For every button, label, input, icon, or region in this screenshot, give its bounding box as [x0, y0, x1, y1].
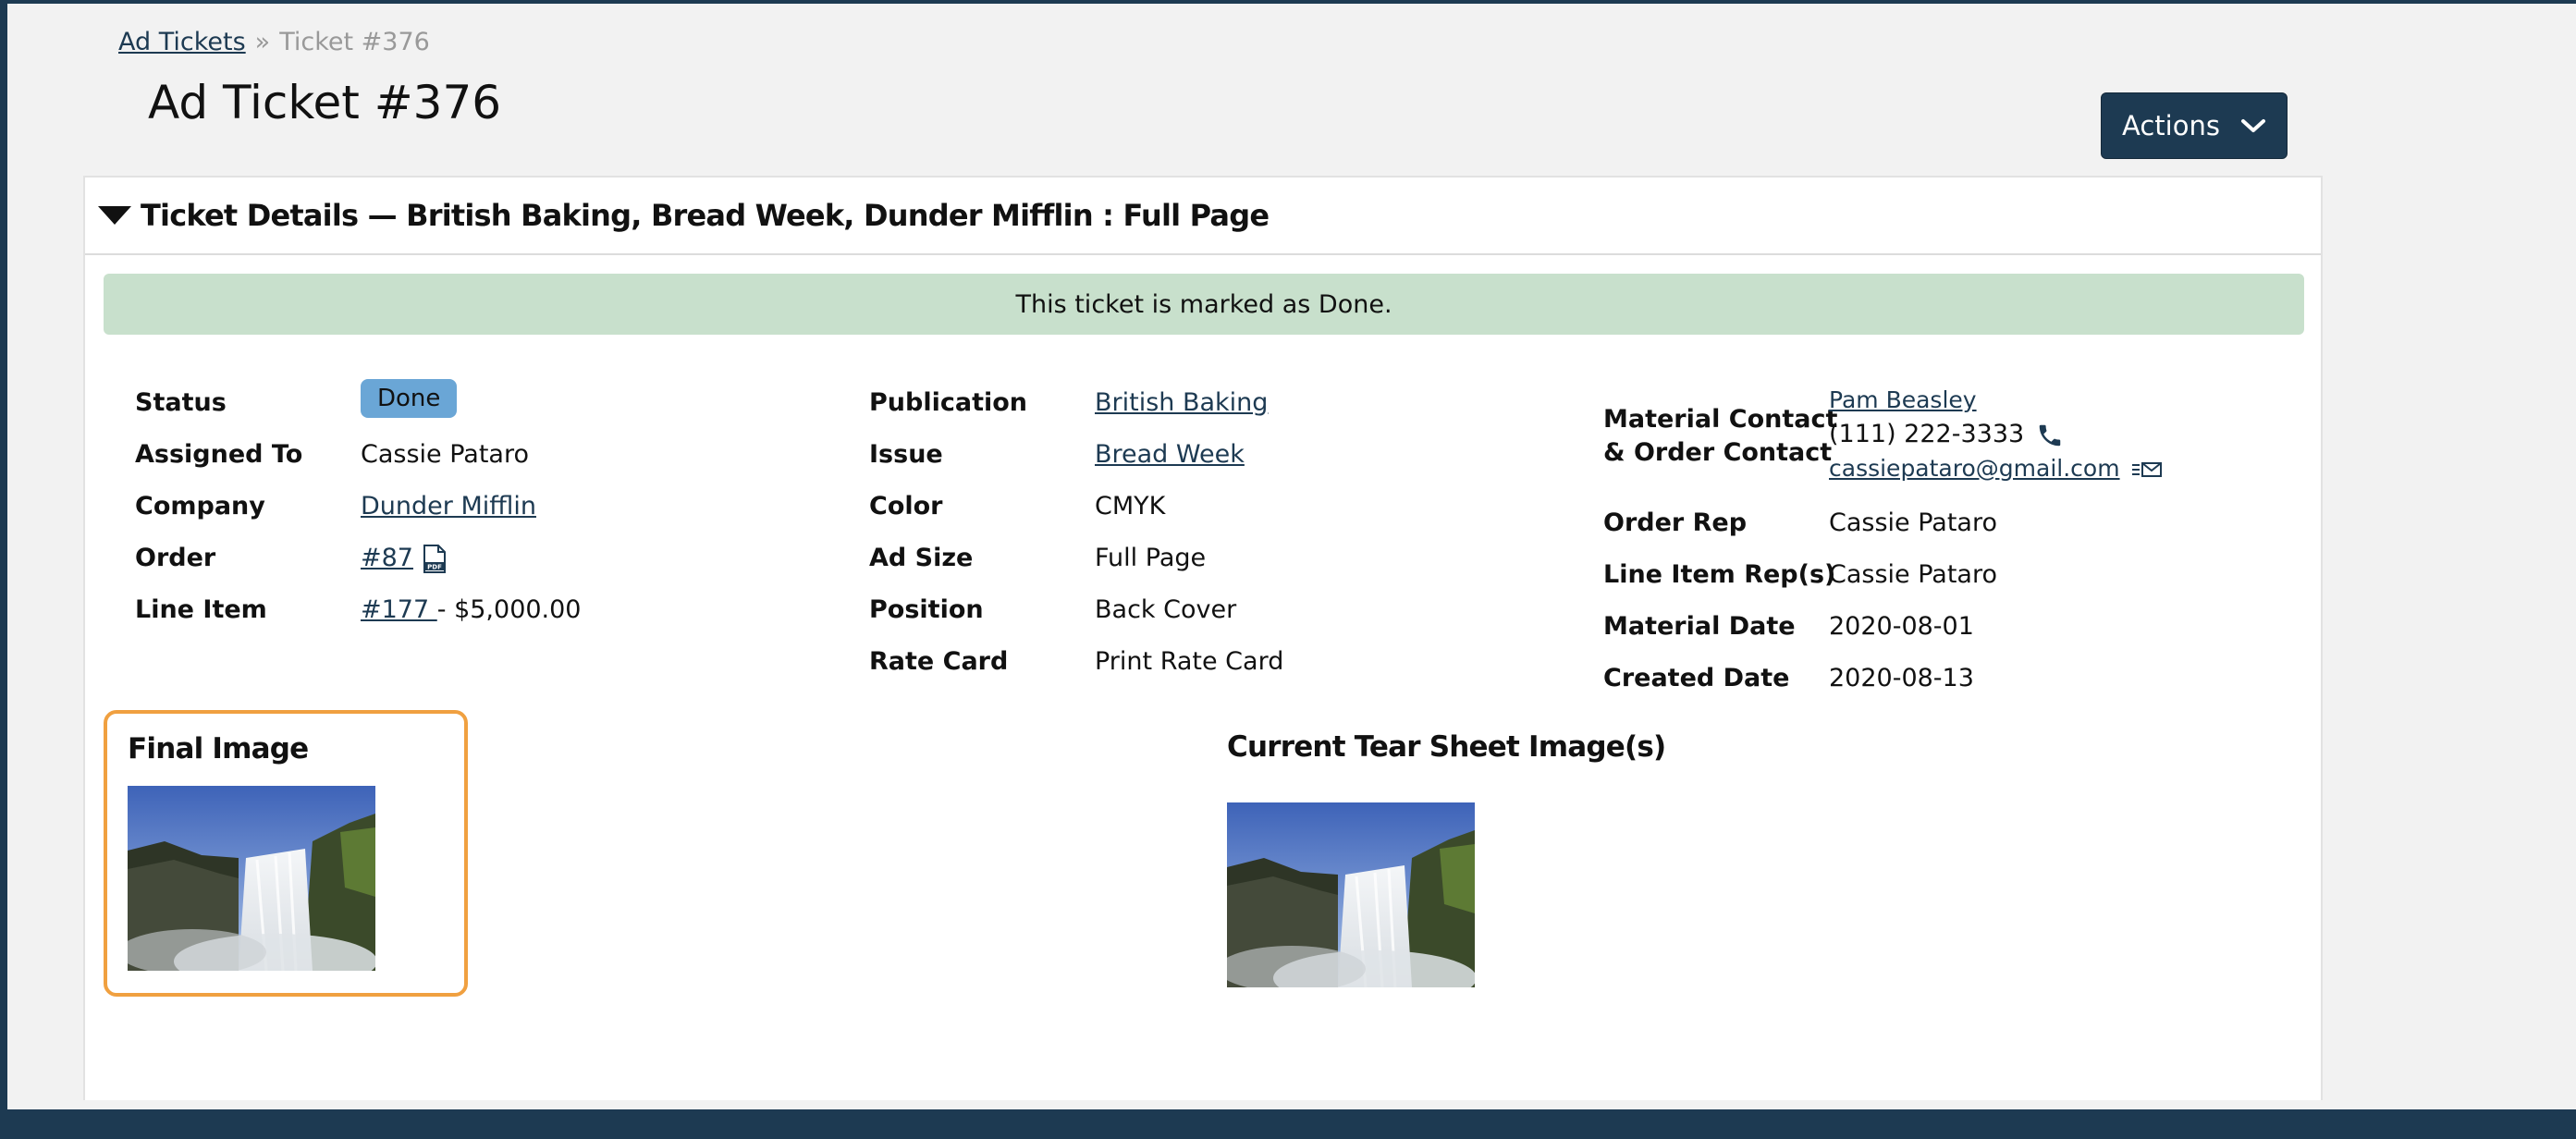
order-rep-value: Cassie Pataro — [1829, 508, 1997, 537]
line-item-rep-label: Line Item Rep(s) — [1603, 560, 1836, 589]
collapse-triangle-icon[interactable] — [98, 206, 131, 225]
final-image-title: Final Image — [128, 732, 309, 765]
left-border — [0, 0, 7, 1139]
tear-sheet-thumbnail[interactable] — [1227, 802, 1475, 987]
contact-name-link[interactable]: Pam Beasley — [1829, 386, 1977, 413]
line-item-label: Line Item — [135, 595, 267, 624]
actions-button-label: Actions — [2122, 110, 2220, 141]
line-item-amount: - $5,000.00 — [436, 595, 582, 624]
created-date-value: 2020-08-13 — [1829, 664, 1974, 692]
publication-link[interactable]: British Baking — [1095, 388, 1268, 417]
tear-sheet-title: Current Tear Sheet Image(s) — [1227, 730, 1666, 764]
publication-label: Publication — [869, 388, 1028, 417]
issue-link[interactable]: Bread Week — [1095, 440, 1245, 469]
pdf-file-icon[interactable]: PDF — [422, 544, 448, 574]
order-contact-label: & Order Contact — [1603, 438, 1833, 467]
breadcrumb-ad-tickets-link[interactable]: Ad Tickets — [118, 28, 246, 56]
ad-size-value: Full Page — [1095, 544, 1207, 572]
top-border — [0, 0, 2576, 4]
line-item-rep-value: Cassie Pataro — [1829, 560, 1997, 589]
email-icon[interactable] — [2131, 460, 2163, 479]
breadcrumb-separator: » — [254, 28, 271, 56]
company-label: Company — [135, 492, 265, 521]
ad-size-label: Ad Size — [869, 544, 974, 572]
actions-dropdown-button[interactable]: Actions — [2101, 92, 2288, 159]
ticket-details-panel: Ticket Details — British Baking, Bread W… — [83, 176, 2323, 1100]
company-link[interactable]: Dunder Mifflin — [361, 492, 536, 521]
svg-text:PDF: PDF — [427, 563, 442, 570]
breadcrumb-current: Ticket #376 — [279, 28, 430, 56]
line-item-link[interactable]: #177 — [361, 595, 437, 624]
position-label: Position — [869, 595, 984, 624]
final-image-thumbnail[interactable] — [128, 786, 375, 971]
issue-label: Issue — [869, 440, 943, 469]
order-link[interactable]: #87 — [361, 544, 413, 572]
color-label: Color — [869, 492, 943, 521]
order-label: Order — [135, 544, 216, 572]
position-value: Back Cover — [1095, 595, 1237, 624]
contact-phone: (111) 222-3333 — [1829, 420, 2025, 448]
rate-card-label: Rate Card — [869, 647, 1009, 676]
color-value: CMYK — [1095, 492, 1166, 521]
ticket-details-header[interactable]: Ticket Details — British Baking, Bread W… — [85, 178, 2321, 255]
assigned-to-label: Assigned To — [135, 440, 303, 469]
done-alert: This ticket is marked as Done. — [104, 274, 2304, 335]
page-title: Ad Ticket #376 — [148, 76, 502, 129]
rate-card-value: Print Rate Card — [1095, 647, 1284, 676]
ticket-details-title: Ticket Details — British Baking, Bread W… — [141, 198, 1270, 233]
status-label: Status — [135, 388, 227, 417]
material-contact-label: Material Contact — [1603, 405, 1838, 434]
breadcrumb: Ad Tickets » Ticket #376 — [118, 28, 430, 56]
material-date-value: 2020-08-01 — [1829, 612, 1974, 641]
material-date-label: Material Date — [1603, 612, 1796, 641]
chevron-down-icon — [2240, 119, 2265, 132]
contact-email-link[interactable]: cassiepataro@gmail.com — [1829, 455, 2120, 482]
assigned-to-value: Cassie Pataro — [361, 440, 529, 469]
phone-icon[interactable] — [2036, 422, 2064, 449]
order-rep-label: Order Rep — [1603, 508, 1748, 537]
status-badge: Done — [361, 379, 458, 418]
bottom-bar — [0, 1109, 2576, 1139]
final-image-card[interactable]: Final Image — [104, 710, 468, 997]
created-date-label: Created Date — [1603, 664, 1790, 692]
